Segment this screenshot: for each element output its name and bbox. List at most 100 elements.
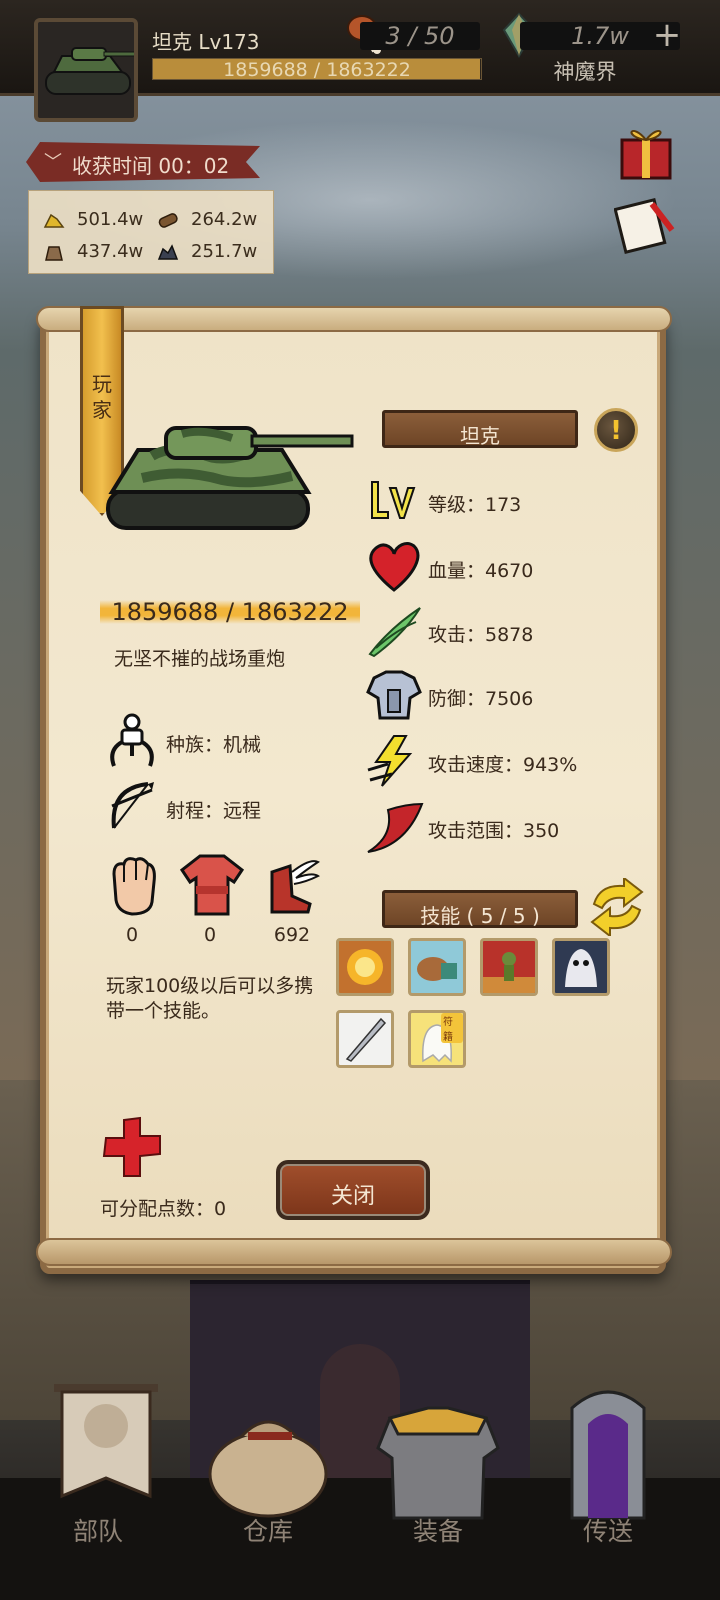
tank-portrait <box>106 426 354 530</box>
exp-text: 1859688 / 1863222 <box>223 59 411 81</box>
beast-skill-icon <box>417 957 457 981</box>
stamina-counter: 3 / 50 <box>360 22 480 50</box>
stat-level: 等级：173 <box>366 474 636 530</box>
resource-panel: 501.4w 264.2w 437.4w 251.7w <box>28 190 274 274</box>
armor-chest-icon <box>376 1406 500 1520</box>
close-button-label: 关闭 <box>330 1184 375 1209</box>
nav-warehouse[interactable]: 仓库 <box>178 1420 358 1600</box>
lightning-icon <box>367 735 413 787</box>
refresh-icon[interactable] <box>584 878 650 936</box>
skill-slot-2[interactable] <box>408 938 466 996</box>
resource-value: 264.2w <box>191 209 258 230</box>
resource-gold: 501.4w <box>43 209 143 230</box>
stat-attack-speed: 攻击速度：943% <box>366 734 636 790</box>
bow-icon <box>111 782 154 829</box>
realm-label[interactable]: 神魔界 <box>520 56 650 86</box>
shirt-icon <box>179 854 245 916</box>
skills-title: 技能 ( 5 / 5 ) <box>420 904 540 928</box>
nav-teleport[interactable]: 传送 <box>518 1390 698 1600</box>
player-banner-label: 玩 家 <box>92 372 112 422</box>
close-button[interactable]: 关闭 <box>276 1160 430 1220</box>
red-cross-icon[interactable] <box>102 1116 162 1178</box>
equip-weapon-count: 0 <box>125 924 139 946</box>
unit-name: 坦克 <box>460 424 500 448</box>
unit-name-plate: 坦克 <box>382 410 578 448</box>
nav-equipment-label: 装备 <box>412 1517 463 1546</box>
unit-hp-bar: 1859688 / 1863222 <box>100 598 360 626</box>
race-row: 种族：机械 <box>104 712 304 768</box>
stat-hp: 血量：4670 <box>366 540 636 596</box>
resource-wood: 264.2w <box>157 209 257 230</box>
nav-teleport-label: 传送 <box>582 1517 633 1546</box>
nav-warehouse-label: 仓库 <box>242 1517 293 1546</box>
stat-level-label: 等级：173 <box>428 494 522 516</box>
stat-attack-speed-label: 攻击速度：943% <box>428 754 578 776</box>
add-currency-button[interactable]: + <box>652 18 682 52</box>
player-avatar[interactable] <box>34 18 138 122</box>
gold-pile-icon <box>43 213 65 228</box>
skill-slot-5[interactable] <box>336 1010 394 1068</box>
skills-title-plate: 技能 ( 5 / 5 ) <box>382 890 578 928</box>
harvest-label: 收获时间 00：02 <box>72 154 230 178</box>
stat-attack-label: 攻击：5878 <box>428 624 534 646</box>
skill-slot-6[interactable]: 符籍 <box>408 1010 466 1068</box>
resource-ore: 251.7w <box>157 241 257 262</box>
attack-blades-icon <box>368 607 421 658</box>
player-name-level: 坦克 Lv173 <box>152 30 260 54</box>
heart-icon <box>369 542 420 592</box>
equip-armor[interactable]: 0 <box>179 852 245 952</box>
resource-value: 437.4w <box>77 241 144 262</box>
banner-icon <box>54 1384 158 1499</box>
fist-icon <box>112 857 156 916</box>
resource-value: 251.7w <box>191 241 258 262</box>
exp-bar: 1859688 / 1863222 <box>152 58 482 81</box>
skill-slot-3[interactable] <box>480 938 538 996</box>
nav-equipment[interactable]: 装备 <box>348 1406 528 1600</box>
equip-weapon[interactable]: 0 <box>102 852 162 952</box>
unit-hp-text: 1859688 / 1863222 <box>111 598 349 626</box>
resource-value: 501.4w <box>77 209 144 230</box>
wood-log-icon <box>158 213 178 228</box>
ghost-beast-skill-icon <box>565 949 597 987</box>
goblin-skill-icon <box>483 952 535 993</box>
ore-icon <box>157 244 179 260</box>
stat-hp-label: 血量：4670 <box>428 560 534 582</box>
skill-badge: 符籍 <box>441 1013 463 1043</box>
info-button[interactable]: ! <box>594 408 638 452</box>
stat-attack-range-label: 攻击范围：350 <box>428 820 560 842</box>
bottom-nav: 部队 仓库 装备 传送 <box>0 1384 720 1600</box>
notepad-icon[interactable] <box>614 194 676 256</box>
exclamation-icon: ! <box>610 416 622 446</box>
stat-defense-label: 防御：7506 <box>428 688 534 710</box>
scroll-bottom-roll <box>36 1238 672 1266</box>
skill-slot-1[interactable] <box>336 938 394 996</box>
stat-attack: 攻击：5878 <box>366 604 636 660</box>
portal-gate-icon <box>570 1390 646 1520</box>
equip-boots[interactable]: 692 <box>262 852 322 952</box>
skill-tip: 玩家100级以后可以多携带一个技能。 <box>106 975 314 1022</box>
stat-defense: 防御：7506 <box>366 668 636 724</box>
crescent-range-icon <box>367 802 424 853</box>
gift-box-icon[interactable] <box>614 118 678 182</box>
chevron-down-icon: ﹀ <box>44 152 62 173</box>
assignable-points: 可分配点数：0 <box>100 1198 227 1220</box>
range-row: 射程：远程 <box>104 778 304 834</box>
race-label: 种族：机械 <box>166 734 262 756</box>
scroll-top-roll <box>36 306 672 332</box>
winged-boot-icon <box>270 860 320 914</box>
armor-icon <box>366 670 422 720</box>
sack-icon <box>45 246 63 261</box>
equip-armor-count: 0 <box>203 924 217 946</box>
equip-boots-count: 692 <box>273 924 311 946</box>
treasure-bag-icon <box>208 1420 328 1518</box>
explosion-skill-icon <box>347 949 383 985</box>
range-label: 射程：远程 <box>166 800 262 822</box>
stat-attack-range: 攻击范围：350 <box>366 800 636 856</box>
skill-slot-4[interactable] <box>552 938 610 996</box>
unit-description: 无坚不摧的战场重炮 <box>114 648 286 670</box>
nav-troops[interactable]: 部队 <box>8 1384 188 1600</box>
nav-troops-label: 部队 <box>72 1517 123 1546</box>
harvest-timer[interactable]: ﹀ 收获时间 00：02 <box>26 142 260 182</box>
blade-skill-icon <box>345 1017 387 1062</box>
claw-machine-icon <box>110 713 154 767</box>
